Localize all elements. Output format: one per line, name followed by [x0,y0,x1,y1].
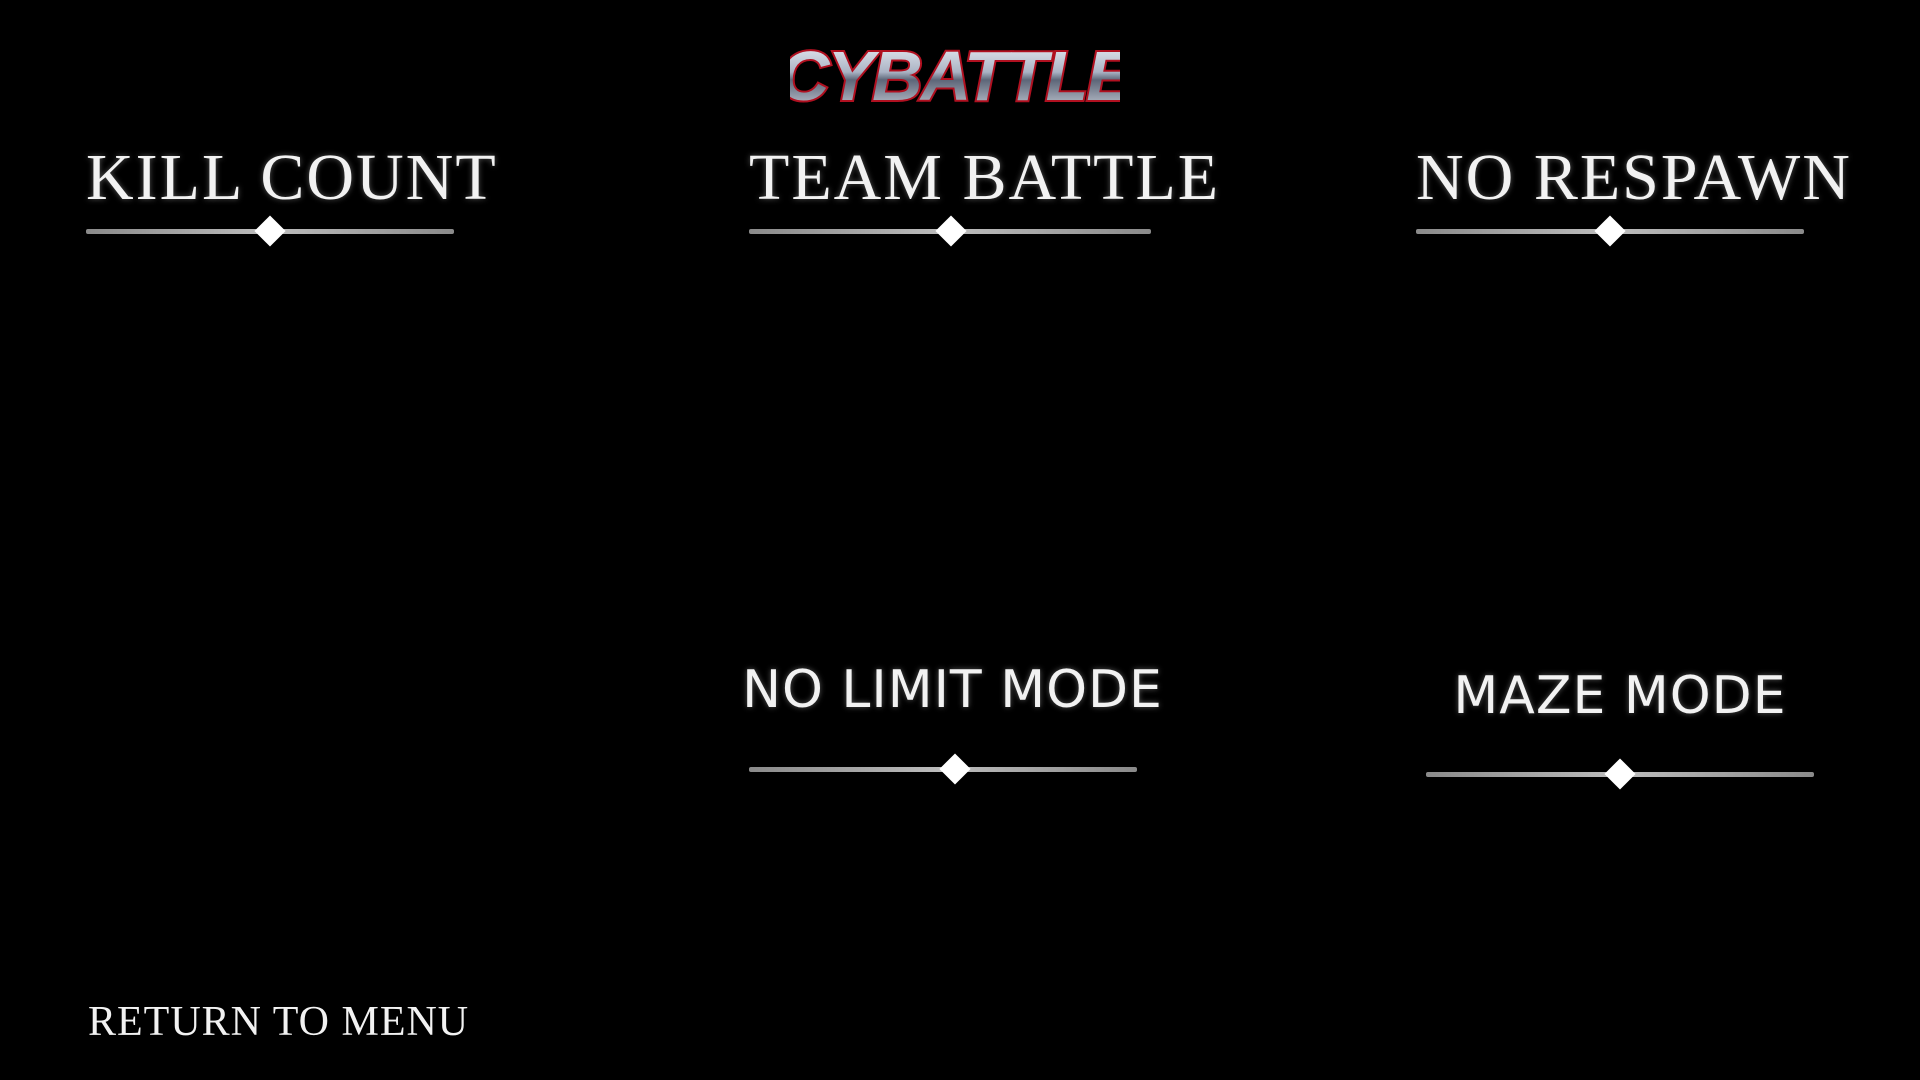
diamond-icon [254,215,286,247]
mode-no-respawn[interactable]: NO RESPAWN [1416,140,1852,255]
mode-maze[interactable]: MAZE MODE [1426,666,1814,801]
cybattle-logo: CYBATTLE [790,36,1120,116]
mode-kill-count-label: KILL COUNT [86,141,498,214]
return-to-menu-button[interactable]: RETURN TO MENU [88,998,469,1046]
logo-text: CYBATTLE [790,37,1120,115]
diamond-icon [1604,758,1636,790]
diamond-icon [935,215,967,247]
diamond-icon [939,753,971,785]
diamond-icon [1594,215,1626,247]
game-mode-select-screen: CYBATTLE KILL COUNT TEAM BATTLE NO RESPA… [0,0,1920,1080]
mode-kill-count[interactable]: KILL COUNT [86,140,498,255]
mode-no-limit[interactable]: NO LIMIT MODE [730,660,1175,795]
mode-no-limit-label: NO LIMIT MODE [742,660,1163,720]
mode-maze-label: MAZE MODE [1453,666,1787,726]
mode-team-battle-label: TEAM BATTLE [749,141,1221,214]
mode-no-respawn-label: NO RESPAWN [1416,141,1852,214]
mode-team-battle[interactable]: TEAM BATTLE [749,140,1221,255]
